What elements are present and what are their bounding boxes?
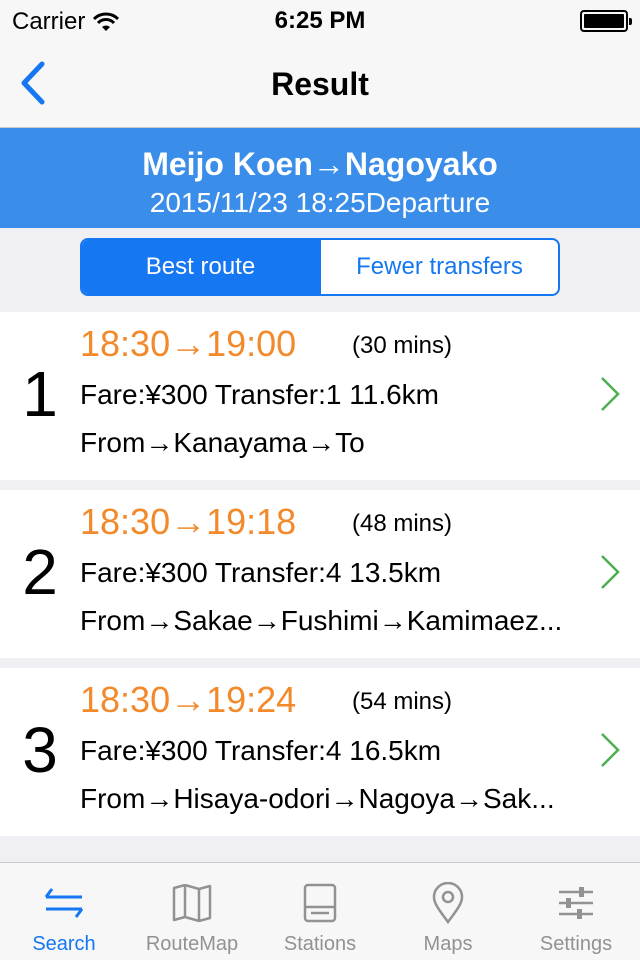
route-path: From→Hisaya-odori→Nagoya→Sak...	[80, 783, 555, 814]
tab-stations[interactable]: Stations	[256, 863, 384, 960]
chevron-right-icon	[601, 377, 620, 411]
segment-fewer-transfers[interactable]: Fewer transfers	[319, 240, 558, 294]
route-banner: Meijo Koen→Nagoyako 2015/11/23 18:25Depa…	[0, 128, 640, 228]
navigation-bar: Result	[0, 40, 640, 128]
departure-datetime: 2015/11/23 18:25Departure	[149, 187, 491, 218]
chevron-right-icon	[601, 555, 620, 589]
route-results-list: 1 18:30→19:00 (30 mins) Fare:¥300 Transf…	[0, 312, 640, 846]
route-fare-info: Fare:¥300 Transfer:4 13.5km	[80, 557, 442, 588]
route-times: 18:30→19:24	[80, 679, 297, 720]
route-path: From→Sakae→Fushimi→Kamimaez...	[80, 605, 563, 636]
status-time: 6:25 PM	[274, 7, 366, 34]
station-board-icon	[298, 881, 342, 925]
tab-search[interactable]: Search	[0, 863, 128, 960]
route-summary: Meijo Koen→Nagoyako	[142, 146, 498, 182]
route-result-row[interactable]: 3 18:30→19:24 (54 mins) Fare:¥300 Transf…	[0, 668, 640, 836]
route-fare-info: Fare:¥300 Transfer:1 11.6km	[80, 379, 439, 410]
page-title: Result	[271, 66, 369, 102]
route-result-row[interactable]: 2 18:30→19:18 (48 mins) Fare:¥300 Transf…	[0, 490, 640, 658]
route-result-row[interactable]: 1 18:30→19:00 (30 mins) Fare:¥300 Transf…	[0, 312, 640, 480]
transfer-arrows-icon	[42, 881, 86, 925]
tab-maps[interactable]: Maps	[384, 863, 512, 960]
route-index: 2	[22, 536, 58, 608]
route-index: 3	[22, 714, 58, 786]
route-index: 1	[22, 358, 58, 430]
tab-bar: Search RouteMap Stations Maps Settings	[0, 862, 640, 960]
location-pin-icon	[426, 881, 470, 925]
route-path: From→Kanayama→To	[80, 427, 365, 458]
map-icon	[170, 881, 214, 925]
route-duration: (30 mins)	[352, 332, 453, 359]
status-bar: Carrier 6:25 PM	[0, 0, 640, 40]
tab-label: Search	[32, 933, 96, 955]
tab-label: RouteMap	[145, 933, 239, 955]
route-duration: (54 mins)	[352, 688, 453, 715]
route-times: 18:30→19:00	[80, 323, 297, 364]
battery-icon	[580, 10, 632, 32]
tab-routemap[interactable]: RouteMap	[128, 863, 256, 960]
tab-label: Stations	[283, 933, 357, 955]
tab-settings[interactable]: Settings	[512, 863, 640, 960]
route-fare-info: Fare:¥300 Transfer:4 16.5km	[80, 735, 442, 766]
tab-label: Maps	[423, 933, 473, 955]
route-duration: (48 mins)	[352, 510, 453, 537]
sort-segmented-control: Best route Fewer transfers	[80, 238, 560, 296]
chevron-right-icon	[601, 733, 620, 767]
segment-best-route[interactable]: Best route	[82, 240, 319, 294]
sliders-icon	[554, 881, 598, 925]
route-times: 18:30→19:18	[80, 501, 297, 542]
tab-label: Settings	[539, 933, 613, 955]
